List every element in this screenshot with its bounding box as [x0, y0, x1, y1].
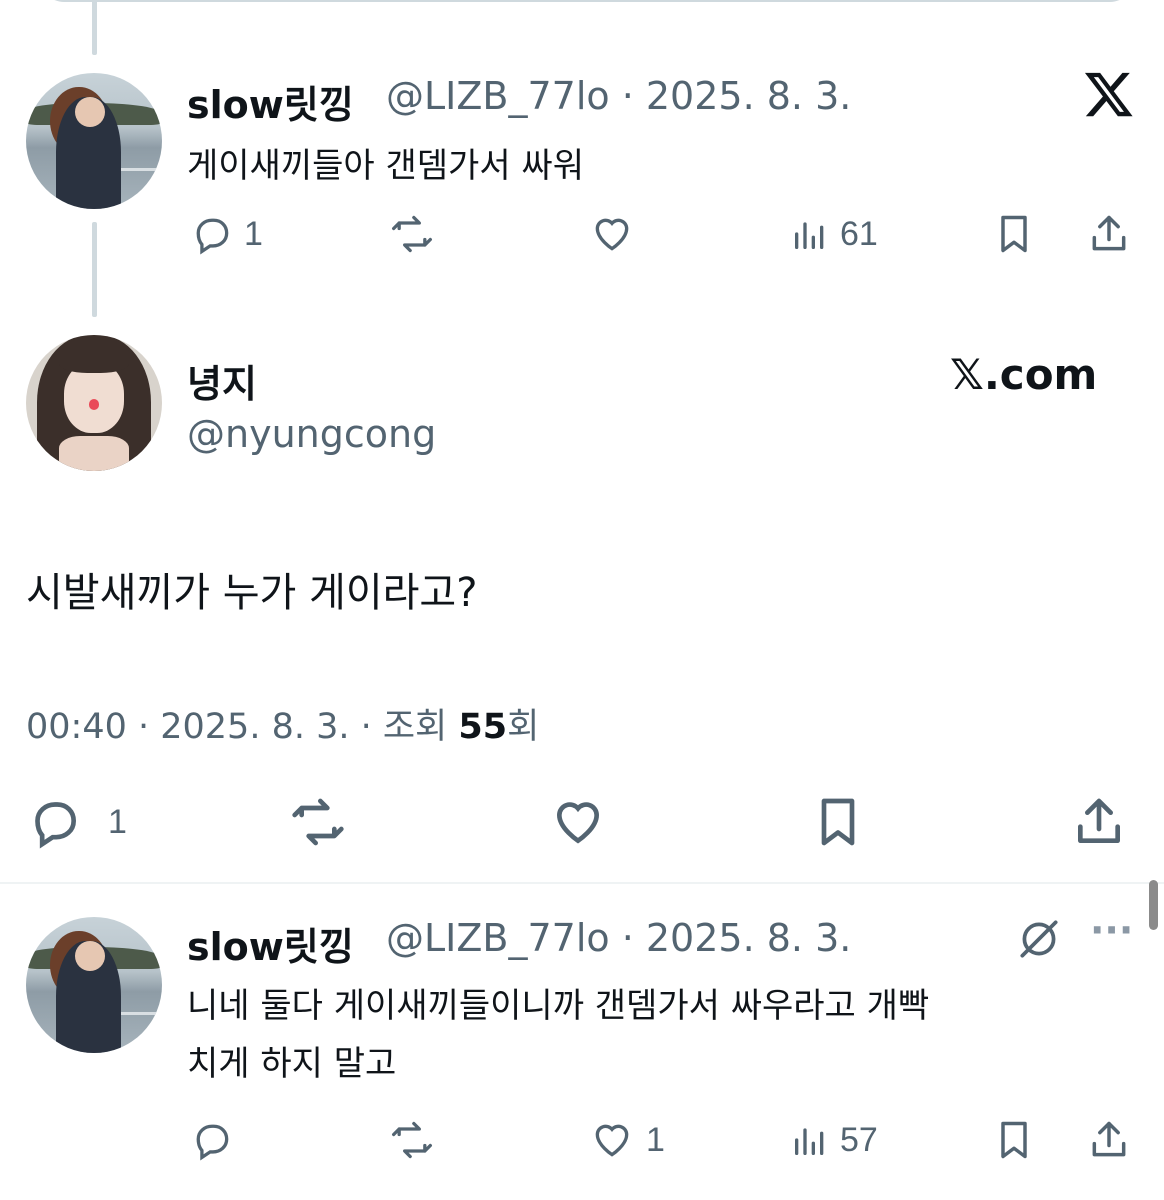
- grok-icon[interactable]: [1014, 914, 1064, 968]
- more-options-button[interactable]: ···: [1090, 908, 1133, 952]
- reply-icon: [196, 1124, 229, 1161]
- retweet-icon: [392, 215, 432, 253]
- views-suffix: 회: [507, 707, 540, 747]
- like-button[interactable]: [588, 212, 636, 256]
- handle-date[interactable]: @LIZB_77lo · 2025. 8. 3.: [386, 74, 851, 118]
- tweet-text-line2: 치게 하지 말고: [187, 1044, 397, 1084]
- view-count: 61: [840, 214, 878, 253]
- retweet-icon: [392, 1121, 432, 1159]
- reply-button[interactable]: [190, 1118, 234, 1162]
- avatar[interactable]: [26, 917, 162, 1053]
- view-count: 55: [458, 707, 508, 747]
- share-icon: [1092, 1121, 1126, 1157]
- display-name[interactable]: slow릿낑: [187, 916, 354, 971]
- like-button[interactable]: 1: [588, 1118, 665, 1162]
- handle[interactable]: @nyungcong: [187, 412, 436, 456]
- heart-icon: [595, 1124, 629, 1157]
- reply-button[interactable]: 1: [190, 212, 263, 256]
- reply-count: 1: [108, 802, 127, 841]
- retweet-icon: [292, 798, 344, 846]
- views-button[interactable]: 57: [790, 1118, 878, 1162]
- handle-date[interactable]: @LIZB_77lo · 2025. 8. 3.: [386, 916, 851, 960]
- retweet-button[interactable]: [388, 1118, 436, 1162]
- retweet-button[interactable]: [287, 794, 349, 850]
- bookmark-button[interactable]: [992, 212, 1036, 256]
- views-button[interactable]: 61: [790, 212, 878, 256]
- tweet-text-line1: 니네 둘다 게이새끼들이니까 갠뎀가서 싸우라고 개빡: [187, 986, 930, 1026]
- analytics-icon: [795, 222, 824, 249]
- thread-line: [92, 0, 97, 55]
- reply-icon: [196, 218, 229, 255]
- quoted-card-edge: [40, 0, 1134, 2]
- display-name[interactable]: 녕지: [187, 353, 257, 408]
- reply-button[interactable]: 1: [26, 794, 127, 850]
- bookmark-icon: [1001, 215, 1027, 253]
- retweet-button[interactable]: [388, 212, 436, 256]
- share-button[interactable]: [1086, 212, 1132, 256]
- share-button[interactable]: [1070, 794, 1128, 850]
- like-button[interactable]: [547, 794, 609, 850]
- tweet-text: 게이새끼들아 갠뎀가서 싸워: [187, 146, 584, 186]
- analytics-icon: [795, 1128, 824, 1155]
- display-name[interactable]: slow릿낑: [187, 74, 354, 129]
- like-count: 1: [646, 1120, 665, 1159]
- bookmark-button[interactable]: [992, 1118, 1036, 1162]
- bookmark-button[interactable]: [810, 794, 866, 850]
- tweet-text: 시발새끼가 누가 게이라고?: [26, 570, 478, 616]
- heart-icon: [556, 802, 600, 844]
- reply-icon: [35, 802, 77, 849]
- share-icon: [1078, 798, 1120, 843]
- avatar[interactable]: [26, 73, 162, 209]
- scrollbar-thumb[interactable]: [1149, 880, 1158, 930]
- x-com-brand: 𝕏.com: [950, 350, 1098, 399]
- tweet-timestamp: 00:40 · 2025. 8. 3. · 조회 55회: [26, 698, 539, 749]
- share-icon: [1092, 215, 1126, 251]
- time-date[interactable]: 00:40 · 2025. 8. 3. · 조회: [26, 707, 458, 747]
- heart-icon: [595, 218, 629, 251]
- x-logo-icon[interactable]: [1083, 68, 1135, 124]
- view-count: 57: [840, 1120, 878, 1159]
- thread-line: [92, 222, 97, 317]
- divider: [0, 882, 1164, 884]
- bookmark-icon: [821, 798, 855, 846]
- avatar[interactable]: [26, 335, 162, 471]
- share-button[interactable]: [1086, 1118, 1132, 1162]
- bookmark-icon: [1001, 1121, 1027, 1159]
- reply-count: 1: [244, 214, 263, 253]
